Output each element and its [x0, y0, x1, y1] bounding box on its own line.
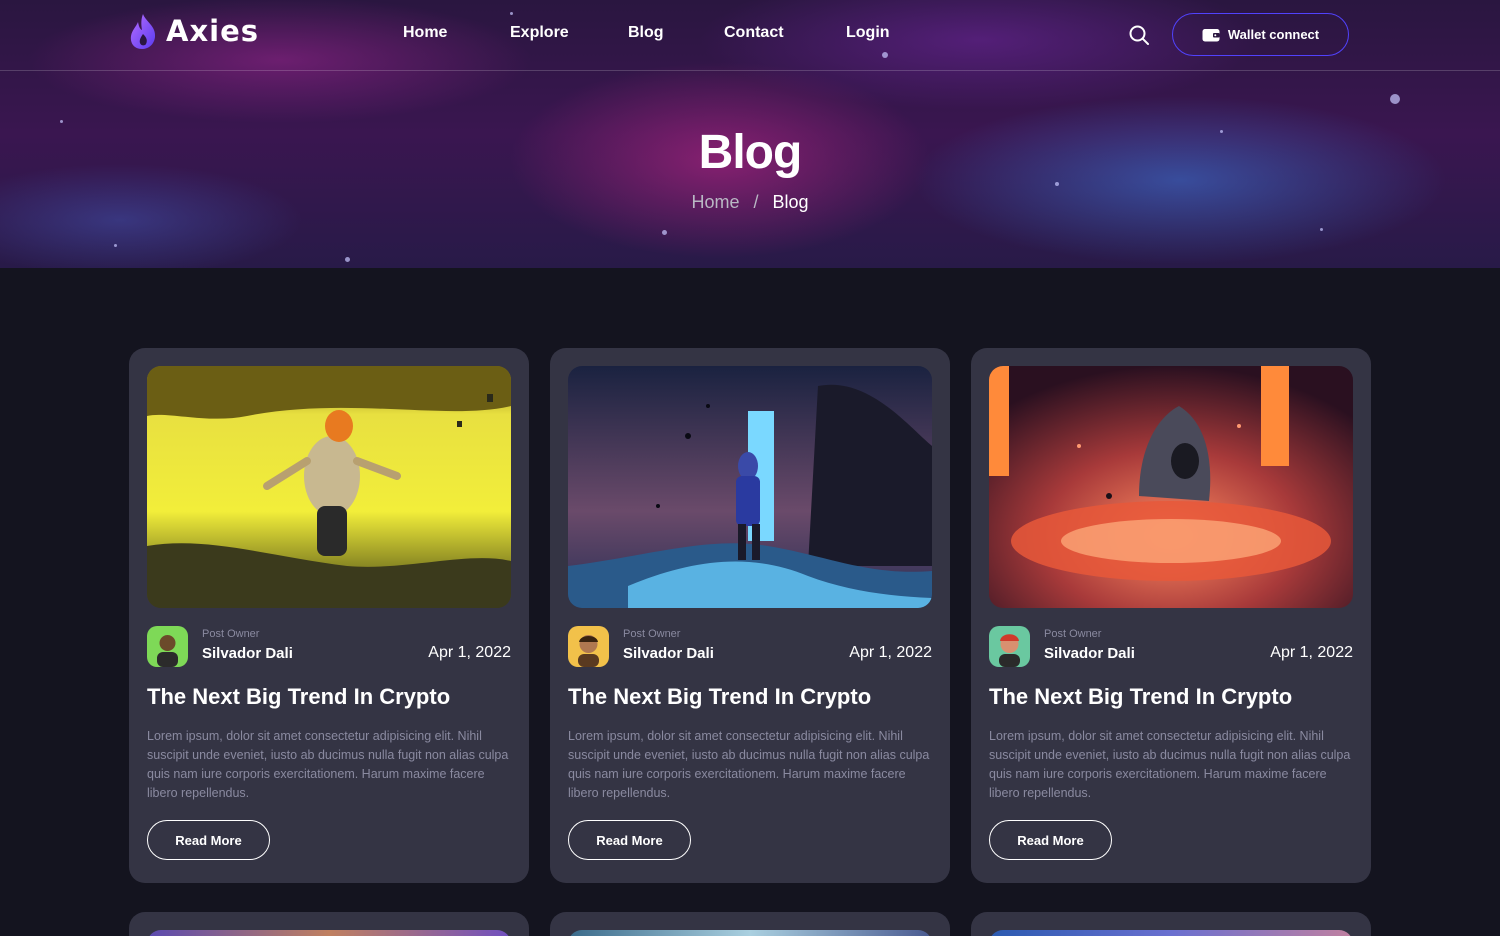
nav-item-blog[interactable]: Blog	[628, 24, 664, 42]
blog-image-blue-scene	[568, 366, 932, 608]
owner-avatar-image	[568, 626, 609, 667]
star-decoration	[114, 244, 117, 247]
read-more-button[interactable]: Read More	[989, 820, 1112, 860]
post-excerpt: Lorem ipsum, dolor sit amet consectetur …	[147, 729, 509, 800]
star-decoration	[1320, 228, 1323, 231]
blog-card-partial[interactable]	[971, 912, 1371, 936]
star-decoration	[662, 230, 667, 235]
post-date: Apr 1, 2022	[428, 644, 511, 661]
read-more-button[interactable]: Read More	[568, 820, 691, 860]
breadcrumb-home-link[interactable]: Home	[691, 192, 739, 212]
avatar	[147, 626, 188, 667]
search-icon[interactable]	[1128, 24, 1150, 46]
blog-card-image	[568, 930, 932, 936]
brand-logo[interactable]: Axies	[128, 12, 259, 50]
blog-card-image[interactable]	[147, 366, 511, 608]
post-owner-label: Post Owner	[202, 628, 260, 640]
flame-icon	[130, 14, 156, 49]
blog-card-partial[interactable]	[129, 912, 529, 936]
owner-avatar-image	[989, 626, 1030, 667]
breadcrumb: Home / Blog	[0, 192, 1500, 213]
blog-card-image	[989, 930, 1353, 936]
nav-item-home[interactable]: Home	[403, 24, 447, 42]
wallet-connect-button[interactable]: Wallet connect	[1172, 13, 1349, 56]
post-title[interactable]: The Next Big Trend In Crypto	[989, 684, 1292, 710]
post-excerpt: Lorem ipsum, dolor sit amet consectetur …	[989, 729, 1351, 800]
blog-card[interactable]: Post Owner Silvador Dali Apr 1, 2022 The…	[971, 348, 1371, 883]
hero-banner: Axies Home Explore Blog Contact Login Wa…	[0, 0, 1500, 268]
wallet-connect-label: Wallet connect	[1227, 27, 1320, 42]
blog-image-red-scene	[989, 366, 1353, 608]
avatar	[568, 626, 609, 667]
post-title[interactable]: The Next Big Trend In Crypto	[147, 684, 450, 710]
post-owner-label: Post Owner	[623, 628, 681, 640]
post-owner-name[interactable]: Silvador Dali	[1044, 645, 1135, 662]
star-decoration	[345, 257, 350, 262]
breadcrumb-separator: /	[753, 192, 759, 212]
owner-avatar-image	[147, 626, 188, 667]
blog-card-image[interactable]	[989, 366, 1353, 608]
blog-image-yellow-scene	[147, 366, 511, 608]
read-more-button[interactable]: Read More	[147, 820, 270, 860]
avatar	[989, 626, 1030, 667]
nav-item-explore[interactable]: Explore	[510, 24, 569, 42]
blog-card[interactable]: Post Owner Silvador Dali Apr 1, 2022 The…	[129, 348, 529, 883]
nav-item-contact[interactable]: Contact	[724, 24, 784, 42]
page-title: Blog	[698, 126, 803, 179]
breadcrumb-current: Blog	[772, 192, 809, 212]
post-date: Apr 1, 2022	[849, 644, 932, 661]
star-decoration	[60, 120, 63, 123]
blog-card[interactable]: Post Owner Silvador Dali Apr 1, 2022 The…	[550, 348, 950, 883]
site-header: Axies Home Explore Blog Contact Login Wa…	[0, 0, 1500, 71]
blog-card-partial[interactable]	[550, 912, 950, 936]
wallet-icon	[1202, 28, 1220, 41]
post-owner-name[interactable]: Silvador Dali	[202, 645, 293, 662]
post-owner-label: Post Owner	[1044, 628, 1102, 640]
blog-card-image	[147, 930, 511, 936]
star-decoration	[1390, 94, 1400, 104]
brand-name: Axies	[166, 14, 260, 48]
blog-card-image[interactable]	[568, 366, 932, 608]
post-date: Apr 1, 2022	[1270, 644, 1353, 661]
post-excerpt: Lorem ipsum, dolor sit amet consectetur …	[568, 729, 930, 800]
star-decoration	[1055, 182, 1059, 186]
post-title[interactable]: The Next Big Trend In Crypto	[568, 684, 871, 710]
nav-item-login[interactable]: Login	[846, 24, 890, 42]
post-owner-name[interactable]: Silvador Dali	[623, 645, 714, 662]
